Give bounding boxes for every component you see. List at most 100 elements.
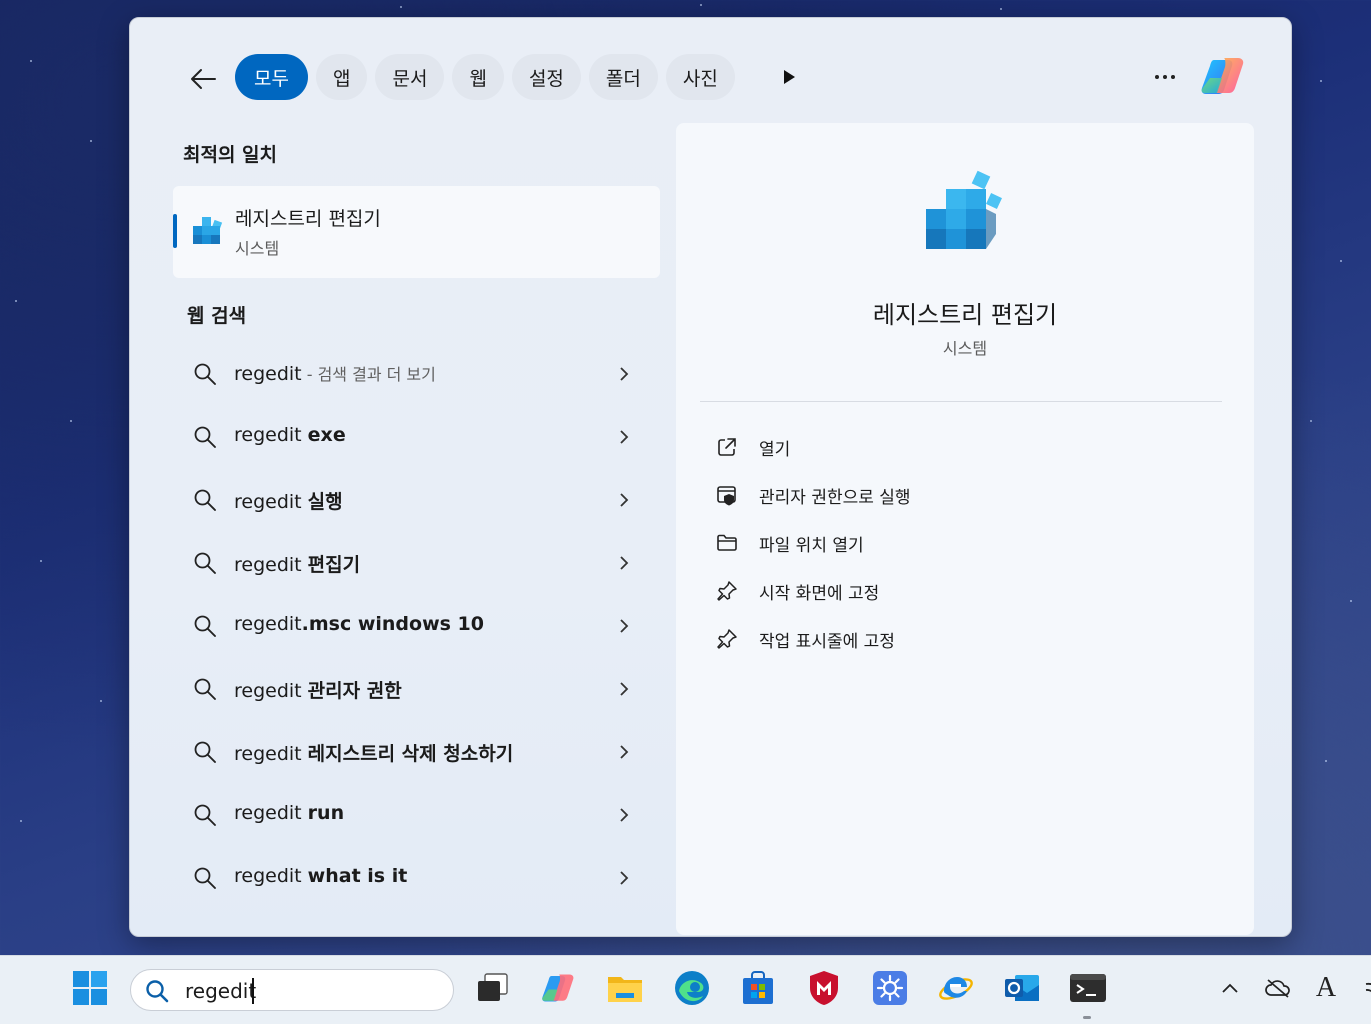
- detail-subtitle: 시스템: [942, 339, 988, 358]
- query-prefix: regedit: [234, 554, 308, 576]
- action-label: 파일 위치 열기: [759, 536, 864, 556]
- registry-editor-icon: [193, 217, 223, 244]
- search-icon: [194, 552, 216, 574]
- tab-folders[interactable]: 폴더: [588, 54, 658, 100]
- query-suggestion: 관리자 권한: [307, 680, 402, 702]
- microsoft-store-icon: [743, 971, 773, 1004]
- best-match-title: 레지스트리 편집기: [235, 208, 381, 230]
- file-explorer-icon: [608, 977, 642, 1002]
- tab-web[interactable]: 웹: [452, 54, 504, 100]
- web-search-item[interactable]: regedit run: [173, 783, 660, 846]
- folder-icon: [717, 534, 737, 551]
- query-prefix: regedit: [234, 802, 308, 824]
- arrow-left-icon: [191, 69, 216, 89]
- web-search-item-text: regedit run: [234, 802, 344, 824]
- back-button[interactable]: [182, 62, 224, 96]
- onedrive-button[interactable]: [1258, 966, 1298, 1010]
- internet-explorer-button[interactable]: [934, 966, 978, 1010]
- taskbar: regedit A: [0, 955, 1371, 1024]
- web-search-item[interactable]: regedit 관리자 권한: [173, 657, 660, 720]
- query-prefix: regedit: [234, 424, 308, 446]
- chevron-right-icon: [620, 682, 629, 696]
- registry-editor-icon: [926, 170, 1002, 249]
- copilot-taskbar-button[interactable]: [537, 966, 581, 1010]
- detail-pane: 레지스트리 편집기 시스템 열기 관리자 권한으로 실행 파일 위치 열기 시작…: [676, 123, 1254, 935]
- web-search-item-text: regedit exe: [234, 424, 346, 446]
- web-search-item-text: regedit 실행: [234, 487, 343, 514]
- outlook-button[interactable]: [1000, 966, 1044, 1010]
- chevron-right-icon: [620, 619, 629, 633]
- onedrive-offline-icon: [1265, 979, 1290, 998]
- query-prefix: regedit: [234, 491, 308, 513]
- pin-icon: [717, 581, 737, 601]
- task-view-button[interactable]: [470, 966, 514, 1010]
- chevron-right-icon: [620, 556, 629, 570]
- tab-apps[interactable]: 앱: [316, 54, 368, 100]
- web-search-item-text: regedit 관리자 권한: [234, 676, 402, 703]
- web-search-heading: 웹 검색: [187, 305, 247, 327]
- chevron-right-icon: [620, 430, 629, 444]
- web-search-item[interactable]: regedit.msc windows 10: [173, 594, 660, 657]
- taskbar-search-input[interactable]: regedit: [130, 969, 454, 1011]
- microsoft-store-button[interactable]: [736, 966, 780, 1010]
- search-icon: [146, 980, 169, 1003]
- web-search-item[interactable]: regedit 편집기: [173, 531, 660, 594]
- copilot-icon: [542, 974, 574, 1002]
- chevron-right-icon: [620, 493, 629, 507]
- detail-title: 레지스트리 편집기: [872, 301, 1058, 329]
- start-search-panel: 모두 앱 문서 웹 설정 폴더 사진 최적의 일치 레지스트리 편집기 시스템 …: [129, 17, 1292, 937]
- query-suggestion: 편집기: [307, 554, 361, 576]
- tab-photos[interactable]: 사진: [665, 54, 735, 100]
- edge-button[interactable]: [670, 966, 714, 1010]
- web-search-item-text: regedit what is it: [234, 865, 407, 887]
- web-search-item-text: regedit 레지스트리 삭제 청소하기: [234, 739, 513, 766]
- settings-button[interactable]: [868, 966, 912, 1010]
- file-explorer-button[interactable]: [603, 966, 647, 1010]
- show-hidden-icons-button[interactable]: [1210, 966, 1250, 1010]
- open-external-icon: [718, 438, 736, 456]
- network-button[interactable]: [1356, 966, 1371, 1010]
- edge-icon: [675, 971, 709, 1005]
- query-suggestion: exe: [307, 424, 346, 446]
- task-view-icon: [478, 973, 508, 1001]
- copilot-button[interactable]: [1200, 54, 1248, 98]
- web-search-item[interactable]: regedit 실행: [173, 468, 660, 531]
- terminal-icon: [1070, 974, 1106, 1002]
- web-search-item[interactable]: regedit exe: [173, 405, 660, 468]
- outlook-icon: [1005, 975, 1039, 1001]
- terminal-button[interactable]: [1066, 966, 1110, 1010]
- action-label: 작업 표시줄에 고정: [759, 632, 895, 652]
- mcafee-button[interactable]: [802, 966, 846, 1010]
- search-icon: [194, 804, 216, 826]
- chevron-right-icon: [620, 808, 629, 822]
- chevron-right-icon: [620, 871, 629, 885]
- search-icon: [194, 741, 216, 763]
- web-search-item[interactable]: regedit what is it: [173, 846, 660, 909]
- web-search-item[interactable]: regedit 레지스트리 삭제 청소하기: [173, 720, 660, 783]
- mcafee-icon: [810, 971, 838, 1005]
- start-button[interactable]: [68, 966, 112, 1010]
- running-indicator: [1083, 1016, 1091, 1019]
- query-suggestion: .msc windows 10: [301, 613, 484, 635]
- chevron-right-icon: [620, 745, 629, 759]
- tab-all[interactable]: 모두: [235, 54, 308, 100]
- windows-logo-icon: [73, 971, 107, 1005]
- input-language-indicator[interactable]: A: [1306, 966, 1346, 1010]
- web-search-item[interactable]: regedit - 검색 결과 더 보기: [173, 342, 660, 405]
- more-tabs-button[interactable]: [778, 66, 800, 88]
- more-options-button[interactable]: [1152, 66, 1178, 88]
- selection-indicator: [173, 214, 177, 248]
- search-icon: [194, 426, 216, 448]
- query-suggestion: run: [307, 802, 345, 824]
- action-label: 시작 화면에 고정: [759, 584, 880, 604]
- query-prefix: regedit: [234, 613, 302, 635]
- action-label: 관리자 권한으로 실행: [759, 488, 911, 508]
- best-match-subtitle: 시스템: [235, 239, 280, 258]
- wifi-icon: [1365, 982, 1371, 993]
- best-match-item[interactable]: 레지스트리 편집기 시스템: [173, 186, 660, 278]
- web-search-list: regedit - 검색 결과 더 보기 regedit exe regedit 실…: [173, 342, 660, 909]
- divider: [700, 401, 1222, 402]
- query-prefix: regedit: [234, 743, 308, 765]
- tab-documents[interactable]: 문서: [375, 54, 445, 100]
- tab-settings[interactable]: 설정: [511, 54, 581, 100]
